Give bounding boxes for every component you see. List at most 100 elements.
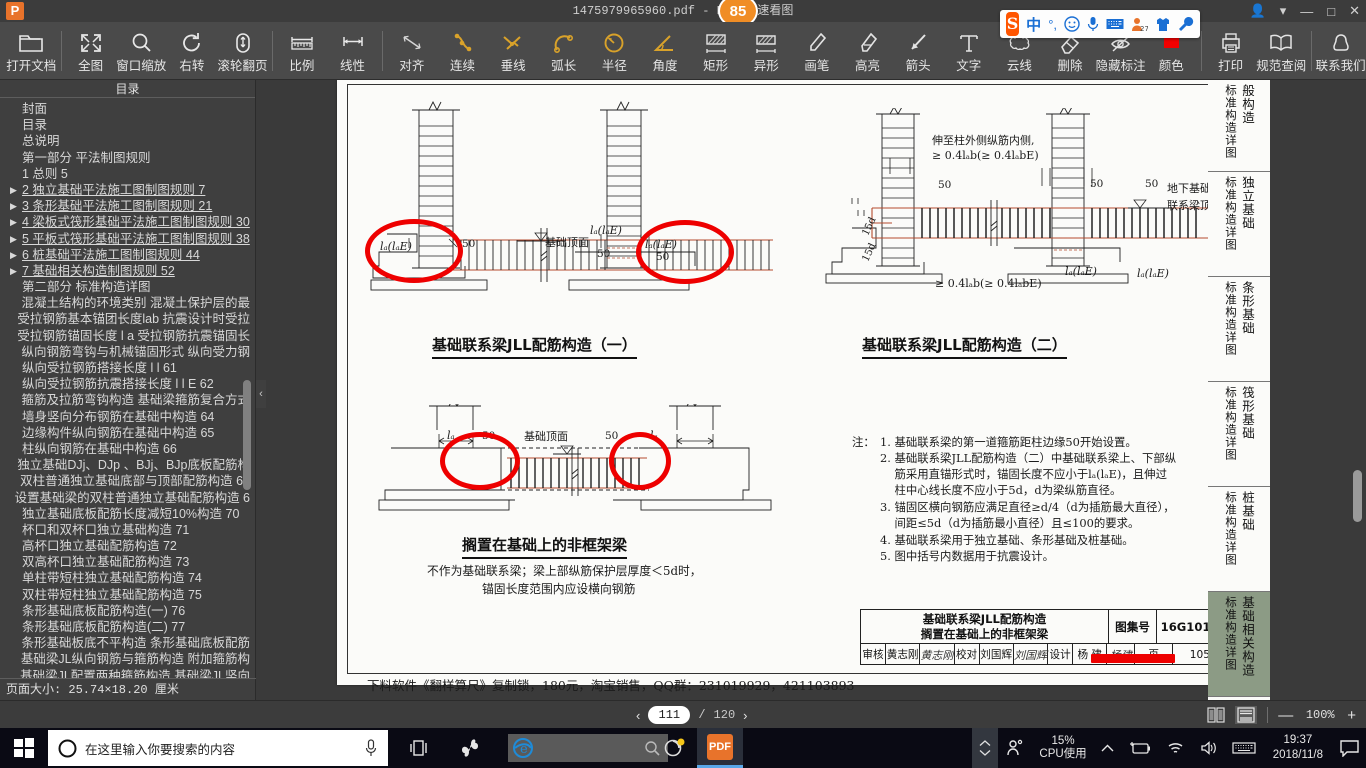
toc-item[interactable]: 条形基础底板配筋构造(一) 76 [4, 603, 250, 619]
toc-item[interactable]: 独立基础底板配筋长度减短10%构造 70 [4, 506, 250, 522]
section-tab[interactable]: 独立基础 标准构造详图 [1208, 172, 1270, 277]
voice-input-icon[interactable] [1087, 16, 1099, 32]
action-center-icon[interactable] [1333, 728, 1366, 768]
show-hidden-icons-chevron[interactable] [972, 728, 999, 768]
toc-item[interactable]: 混凝土结构的环境类别 混凝土保护层的最 [4, 295, 250, 311]
toc-item[interactable]: 受拉钢筋锚固长度 l a 受拉钢筋抗震锚固长 [4, 328, 250, 344]
toc-item[interactable]: 独立基础DJj、DJp 、BJj、BJp底板配筋构 [4, 457, 250, 473]
toc-item[interactable]: 杯口和双杯口独立基础构造 71 [4, 522, 250, 538]
toc-item[interactable]: 第一部分 平法制图规则 [4, 150, 250, 166]
section-tab[interactable]: 基础相关构造 标准构造详图 [1208, 592, 1270, 697]
chevron-right-icon[interactable]: ▶ [10, 182, 22, 198]
toolbar-button-arc-length[interactable]: 弧长 [539, 23, 590, 79]
toc-item[interactable]: 封面 [4, 101, 250, 117]
toc-item[interactable]: 墙身竖向分布钢筋在基础中构造 64 [4, 409, 250, 425]
toolbar-button-pen[interactable]: 画笔 [792, 23, 843, 79]
keyboard-icon[interactable] [1225, 728, 1263, 768]
toolbar-button-rectangle[interactable]: 矩形 [690, 23, 741, 79]
toc-item[interactable]: 高杯口独立基础配筋构造 72 [4, 538, 250, 554]
toolbar-button-polygon[interactable]: 异形 [741, 23, 792, 79]
maximize-button[interactable]: □ [1327, 4, 1335, 19]
prev-page-button[interactable]: ‹ [636, 708, 640, 723]
volume-icon[interactable] [1192, 728, 1225, 768]
toc-item[interactable]: ▶ 7 基础相关构造制图规则 52 [4, 263, 250, 279]
cpu-usage-indicator[interactable]: 15% CPU使用 [1032, 728, 1093, 768]
ime-mode-label[interactable]: 中 [1026, 14, 1041, 35]
chevron-right-icon[interactable]: ▶ [10, 231, 22, 247]
user-icon[interactable]: 👤 [1250, 3, 1266, 19]
toc-item[interactable]: 双柱带短柱独立基础配筋构造 75 [4, 587, 250, 603]
toc-item[interactable]: 箍筋及拉筋弯钩构造 基础梁箍筋复合方式 [4, 392, 250, 408]
toc-item[interactable]: 受拉钢筋基本锚团长度lab 抗震设计时受拉 [4, 311, 250, 327]
task-view-icon[interactable] [398, 728, 442, 768]
toolbar-button-text[interactable]: 文字 [944, 23, 995, 79]
toolbar-button-scroll-page[interactable]: 滚轮翻页 [217, 23, 268, 79]
windows-start-icon[interactable] [0, 728, 48, 768]
annotation-circle-3[interactable] [440, 432, 520, 490]
toolbar-button-zoom-window[interactable]: 窗口缩放 [116, 23, 167, 79]
toc-item[interactable]: 设置基础梁的双柱普通独立基础配筋构造 6 [4, 490, 250, 506]
toc-item[interactable]: 纵向受拉钢筋搭接长度 l l 61 [4, 360, 250, 376]
toc-item[interactable]: 边缘构件纵向钢筋在基础中构造 65 [4, 425, 250, 441]
toolbar-button-linear[interactable]: 线性 [327, 23, 378, 79]
toolbar-button-fit-page[interactable]: 全图 [65, 23, 116, 79]
next-page-button[interactable]: › [743, 708, 747, 723]
chevron-down-icon[interactable]: ▾ [1280, 3, 1287, 19]
people-icon[interactable] [998, 728, 1032, 768]
ime-user-icon[interactable]: 27 [1131, 17, 1148, 32]
toc-scrollbar-thumb[interactable] [243, 380, 251, 490]
taskbar-app-internet-explorer[interactable]: e [500, 728, 670, 768]
chevron-right-icon[interactable]: ▶ [10, 263, 22, 279]
toolbar-button-contact-us[interactable]: 联系我们 [1315, 23, 1366, 79]
toc-item[interactable]: 第二部分 标准构造详图 [4, 279, 250, 295]
toolbar-button-perpendicular[interactable]: 垂线 [488, 23, 539, 79]
toolbar-button-print[interactable]: 打印 [1205, 23, 1256, 79]
toc-item[interactable]: 单柱带短柱独立基础配筋构造 74 [4, 570, 250, 586]
taskbar-app-swirl[interactable] [448, 728, 492, 768]
annotation-bar[interactable] [1091, 654, 1175, 663]
minimize-button[interactable]: — [1300, 4, 1313, 19]
toc-item[interactable]: 基础梁JL纵向钢筋与箍筋构造 附加箍筋构 [4, 651, 250, 667]
taskbar-clock[interactable]: 19:37 2018/11/8 [1263, 733, 1333, 763]
view-single-page-icon[interactable] [1235, 706, 1258, 724]
toc-item[interactable]: 柱纵向钢筋在基础中构造 66 [4, 441, 250, 457]
tray-expand-chevron-icon[interactable] [1094, 728, 1121, 768]
toolbar-button-arrow[interactable]: 箭头 [893, 23, 944, 79]
battery-icon[interactable] [1121, 728, 1159, 768]
toc-item[interactable]: ▶ 3 条形基础平法施工图制图规则 21 [4, 198, 250, 214]
soft-keyboard-icon[interactable] [1106, 18, 1124, 31]
collapse-panel-button[interactable]: ‹ [256, 380, 266, 408]
section-tab[interactable]: 桩基础 标准构造详图 [1208, 487, 1270, 592]
microphone-icon[interactable] [364, 739, 378, 757]
skin-icon[interactable] [1155, 17, 1171, 32]
toc-item[interactable]: ▶ 2 独立基础平法施工图制图规则 7 [4, 182, 250, 198]
chevron-right-icon[interactable]: ▶ [10, 198, 22, 214]
close-button[interactable]: ✕ [1349, 3, 1360, 19]
section-tab[interactable]: 筏形基础 标准构造详图 [1208, 382, 1270, 487]
document-scrollbar-thumb[interactable] [1353, 470, 1362, 522]
toc-item[interactable]: ▶ 5 平板式筏形基础平法施工图制图规则 38 [4, 231, 250, 247]
toc-item[interactable]: 纵向受拉钢筋抗震搭接长度 l l E 62 [4, 376, 250, 392]
current-page-input[interactable]: 111 [648, 706, 691, 724]
toolbar-button-radius[interactable]: 半径 [589, 23, 640, 79]
emoji-icon[interactable] [1064, 16, 1080, 32]
toc-item[interactable]: ▶ 4 梁板式筏形基础平法施工图制图规则 30 [4, 214, 250, 230]
search-input[interactable]: 在这里输入你要搜索的内容 [48, 730, 388, 766]
chevron-right-icon[interactable]: ▶ [10, 247, 22, 263]
toc-item[interactable]: 总说明 [4, 133, 250, 149]
view-two-pages-icon[interactable] [1207, 707, 1225, 723]
toolbar-button-angle[interactable]: 角度 [640, 23, 691, 79]
toc-item[interactable]: 1 总则 5 [4, 166, 250, 182]
chevron-right-icon[interactable]: ▶ [10, 214, 22, 230]
toolbox-icon[interactable] [1178, 16, 1194, 32]
sogou-logo-icon[interactable]: S [1006, 12, 1020, 36]
toc-item[interactable]: 条形基础板底不平构造 条形基础底板配筋 [4, 635, 250, 651]
toc-item[interactable]: 目录 [4, 117, 250, 133]
toolbar-button-align[interactable]: 对齐 [387, 23, 438, 79]
toc-item[interactable]: ▶ 6 桩基础平法施工图制图规则 44 [4, 247, 250, 263]
wifi-icon[interactable] [1159, 728, 1192, 768]
ime-toolbar[interactable]: S 中 °, 27 [1000, 10, 1200, 38]
toolbar-button-scale[interactable]: 比例 [277, 23, 328, 79]
annotation-circle-2[interactable] [636, 220, 734, 284]
zoom-in-button[interactable]: + [1347, 707, 1356, 724]
